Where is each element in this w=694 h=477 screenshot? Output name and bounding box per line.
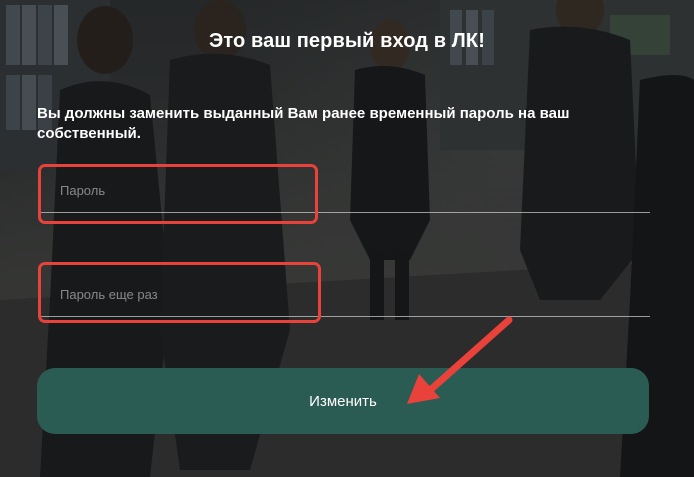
password-field: [40, 168, 650, 213]
password-repeat-field: [40, 272, 650, 317]
password-repeat-input[interactable]: [58, 278, 642, 310]
password-change-notice: Вы должны заменить выданный Вам ранее вр…: [37, 105, 570, 142]
password-input[interactable]: [58, 174, 642, 206]
change-password-button[interactable]: Изменить: [37, 368, 649, 434]
password-change-form: Это ваш первый вход в ЛК! Вы должны заме…: [0, 0, 694, 477]
login-first-time-screen: Это ваш первый вход в ЛК! Вы должны заме…: [0, 0, 694, 477]
page-title: Это ваш первый вход в ЛК!: [209, 30, 485, 52]
